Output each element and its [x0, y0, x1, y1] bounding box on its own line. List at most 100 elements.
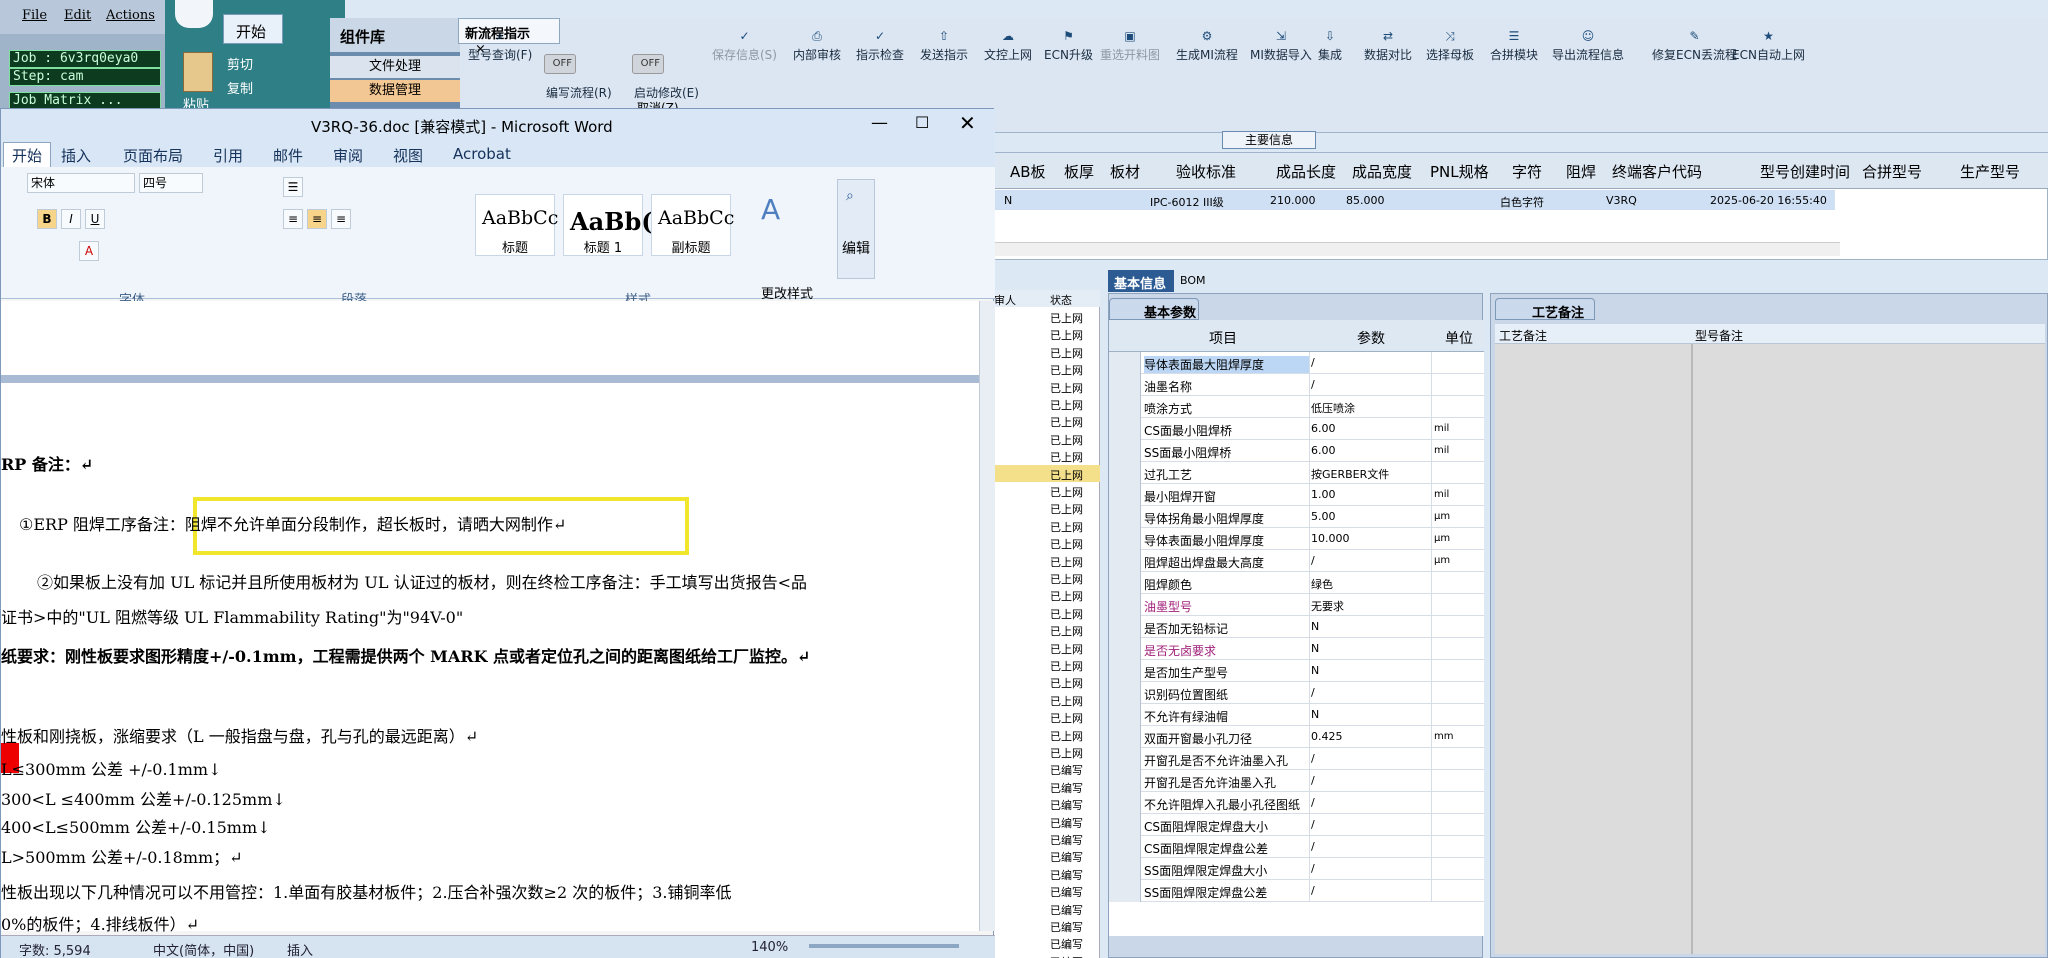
change-style-button[interactable]: 更改样式: [761, 283, 813, 302]
param-row[interactable]: 油墨名称 /: [1109, 374, 1484, 396]
status-row[interactable]: 已上网: [990, 325, 1100, 342]
param-value[interactable]: /: [1311, 862, 1431, 875]
toolbar-button-18[interactable]: ★ ECN自动上网: [1732, 30, 1805, 63]
param-row[interactable]: 油墨型号 无要求: [1109, 594, 1484, 616]
row-header[interactable]: [1109, 484, 1141, 506]
write-flow-toggle[interactable]: OFF: [544, 54, 576, 74]
tab-bom[interactable]: BOM: [1180, 274, 1206, 287]
row-header[interactable]: [1109, 396, 1141, 418]
row-header[interactable]: [1109, 858, 1141, 880]
row-header[interactable]: [1109, 660, 1141, 682]
status-row[interactable]: 已上网: [990, 308, 1100, 325]
word-tab[interactable]: 审阅: [333, 145, 363, 166]
status-row[interactable]: 已上网: [990, 604, 1100, 621]
align-left-button[interactable]: ≡: [283, 209, 303, 229]
cut-button[interactable]: 剪切: [227, 54, 253, 73]
status-row[interactable]: 已上网: [990, 621, 1100, 638]
status-row[interactable]: 已上网: [990, 691, 1100, 708]
status-row[interactable]: 已上网: [990, 343, 1100, 360]
status-row[interactable]: 已编写: [990, 917, 1100, 934]
status-row[interactable]: 已编写: [990, 813, 1100, 830]
top-table-col-header[interactable]: 板材: [1110, 161, 1140, 182]
top-table-col-header[interactable]: 生产型号: [1960, 161, 2020, 182]
style-option[interactable]: AaBbCc 标题: [475, 194, 558, 256]
status-row[interactable]: 已上网: [990, 639, 1100, 656]
param-value[interactable]: /: [1311, 554, 1431, 567]
top-table-scrollbar[interactable]: [990, 242, 1840, 256]
top-table-col-header[interactable]: AB板: [1010, 161, 1046, 182]
row-header[interactable]: [1109, 528, 1141, 550]
minimize-icon[interactable]: —: [871, 113, 888, 133]
copy-button[interactable]: 复制: [227, 78, 253, 97]
align-center-button[interactable]: ≡: [307, 209, 327, 229]
menu-actions[interactable]: Actions: [106, 8, 155, 23]
status-row[interactable]: 已编写: [990, 934, 1100, 951]
toolbar-button-12[interactable]: ⇩ 集成: [1318, 30, 1342, 63]
param-row[interactable]: CS面阻焊限定焊盘公差 /: [1109, 836, 1484, 858]
param-row[interactable]: 是否加无铅标记 N: [1109, 616, 1484, 638]
param-row[interactable]: 开窗孔是否不允许油墨入孔 /: [1109, 748, 1484, 770]
status-row[interactable]: 已上网: [990, 673, 1100, 690]
row-header[interactable]: [1109, 374, 1141, 396]
param-row[interactable]: 不允许阻焊入孔最小孔径图纸 /: [1109, 792, 1484, 814]
italic-button[interactable]: I: [61, 209, 81, 229]
toolbar-button-17[interactable]: ✎ 修复ECN丢流程: [1652, 30, 1737, 63]
top-table-col-header[interactable]: 阻焊: [1566, 161, 1596, 182]
param-row[interactable]: 阻焊超出焊盘最大高度 / μm: [1109, 550, 1484, 572]
param-value[interactable]: 6.00: [1311, 422, 1431, 435]
param-value[interactable]: /: [1311, 356, 1431, 369]
status-row[interactable]: 已上网: [990, 447, 1100, 464]
word-tab[interactable]: 插入: [61, 145, 91, 166]
bold-button[interactable]: B: [37, 209, 57, 229]
param-value[interactable]: 绿色: [1311, 576, 1431, 592]
toolbar-button-7[interactable]: ☁ 文控上网: [984, 30, 1032, 63]
top-table-col-header[interactable]: 型号创建时间: [1760, 161, 1850, 182]
word-tab[interactable]: Acrobat: [453, 145, 511, 163]
word-tab[interactable]: 页面布局: [123, 145, 183, 166]
top-table-row[interactable]: N IPC-6012 III级 210.000 85.000 白色字符 V3RQ…: [990, 190, 1835, 210]
toolbar-button-3[interactable]: ✓ 保存信息(S): [712, 30, 777, 63]
param-value[interactable]: 按GERBER文件: [1311, 466, 1431, 482]
param-row[interactable]: 导体表面最小阻焊厚度 10.000 μm: [1109, 528, 1484, 550]
top-table-col-header[interactable]: 终端客户代码: [1612, 161, 1702, 182]
status-row[interactable]: 已上网: [990, 464, 1100, 482]
param-value[interactable]: /: [1311, 796, 1431, 809]
param-value[interactable]: 1.00: [1311, 488, 1431, 501]
font-size-select[interactable]: 四号: [139, 173, 203, 193]
toolbar-button-10[interactable]: ⚙ 生成MI流程: [1176, 30, 1238, 63]
param-value[interactable]: N: [1311, 620, 1431, 633]
status-row[interactable]: 已上网: [990, 412, 1100, 429]
param-row[interactable]: 是否加生产型号 N: [1109, 660, 1484, 682]
row-header[interactable]: [1109, 638, 1141, 660]
top-table-col-header[interactable]: PNL规格: [1430, 161, 1489, 182]
param-row[interactable]: 过孔工艺 按GERBER文件: [1109, 462, 1484, 484]
style-option[interactable]: AaBbCc 副标题: [651, 194, 734, 256]
toolbar-button-14[interactable]: ⤨ 选择母板: [1426, 30, 1474, 63]
toolbar-button-5[interactable]: ✓ 指示检查: [856, 30, 904, 63]
insert-mode[interactable]: 插入: [287, 940, 313, 958]
row-header[interactable]: [1109, 550, 1141, 572]
row-header[interactable]: [1109, 572, 1141, 594]
toolbar-button-0[interactable]: ⌕ 型号查询(F): [468, 30, 532, 63]
toolbar-button-13[interactable]: ⇄ 数据对比: [1364, 30, 1412, 63]
top-table-col-header[interactable]: 字符: [1512, 161, 1542, 182]
top-table-col-header[interactable]: 板厚: [1064, 161, 1094, 182]
status-row[interactable]: 已编写: [990, 795, 1100, 812]
row-header[interactable]: [1109, 616, 1141, 638]
status-row[interactable]: 已上网: [990, 517, 1100, 534]
toolbar-button-9[interactable]: ▣ 重选开料图: [1100, 30, 1160, 63]
toolbar-button-15[interactable]: ☰ 合拼模块: [1490, 30, 1538, 63]
toolbar-button-16[interactable]: ☺ 导出流程信息: [1552, 30, 1624, 63]
word-count[interactable]: 字数: 5,594: [19, 940, 91, 958]
modify-toggle[interactable]: OFF: [632, 54, 664, 74]
row-header[interactable]: [1109, 418, 1141, 440]
zoom-slider[interactable]: [809, 944, 959, 948]
param-value[interactable]: 10.000: [1311, 532, 1431, 545]
status-row[interactable]: 已编写: [990, 778, 1100, 795]
row-header[interactable]: [1109, 682, 1141, 704]
word-tab[interactable]: 视图: [393, 145, 423, 166]
status-row[interactable]: 已编写: [990, 830, 1100, 847]
param-row[interactable]: 阻焊颜色 绿色: [1109, 572, 1484, 594]
status-row[interactable]: 已上网: [990, 708, 1100, 725]
param-row[interactable]: 开窗孔是否允许油墨入孔 /: [1109, 770, 1484, 792]
